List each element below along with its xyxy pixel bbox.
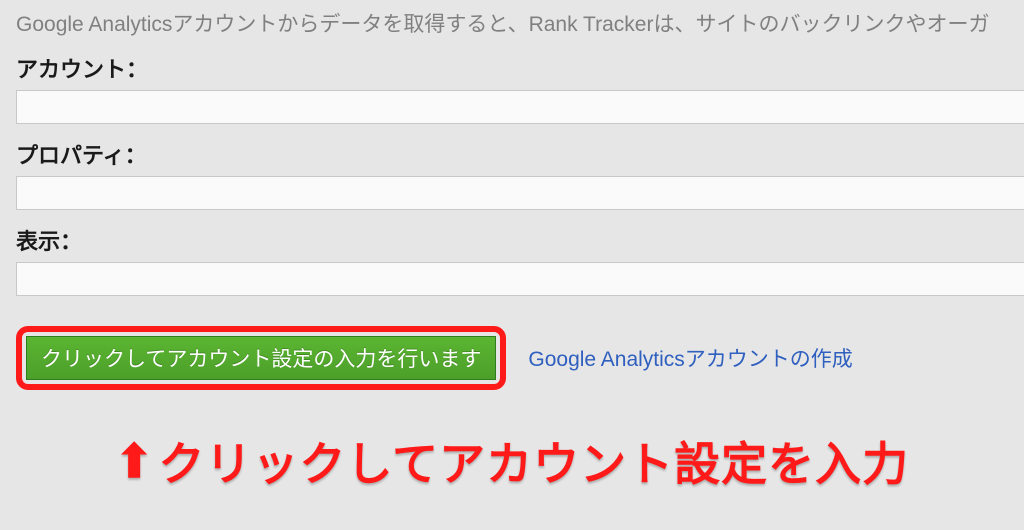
highlight-box: クリックしてアカウント設定の入力を行います bbox=[16, 326, 506, 390]
view-label: 表示： bbox=[16, 224, 1008, 256]
property-label: プロパティ： bbox=[16, 138, 1008, 170]
intro-text: Google Analyticsアカウントからデータを取得すると、Rank Tr… bbox=[0, 0, 1024, 48]
enter-account-settings-button[interactable]: クリックしてアカウント設定の入力を行います bbox=[26, 336, 496, 380]
account-input[interactable] bbox=[16, 90, 1024, 124]
account-label: アカウント： bbox=[16, 52, 1008, 84]
button-row: クリックしてアカウント設定の入力を行います Google Analyticsアカ… bbox=[0, 306, 1024, 400]
property-group: プロパティ： bbox=[0, 134, 1024, 220]
create-ga-account-link[interactable]: Google Analyticsアカウントの作成 bbox=[528, 343, 852, 373]
view-group: 表示： bbox=[0, 220, 1024, 306]
property-input[interactable] bbox=[16, 176, 1024, 210]
account-group: アカウント： bbox=[0, 48, 1024, 134]
arrow-up-icon: ⬆ bbox=[115, 434, 155, 488]
view-input[interactable] bbox=[16, 262, 1024, 296]
instruction-annotation: ⬆クリックしてアカウント設定を入力 bbox=[0, 400, 1024, 504]
annotation-text: クリックしてアカウント設定を入力 bbox=[158, 438, 909, 490]
